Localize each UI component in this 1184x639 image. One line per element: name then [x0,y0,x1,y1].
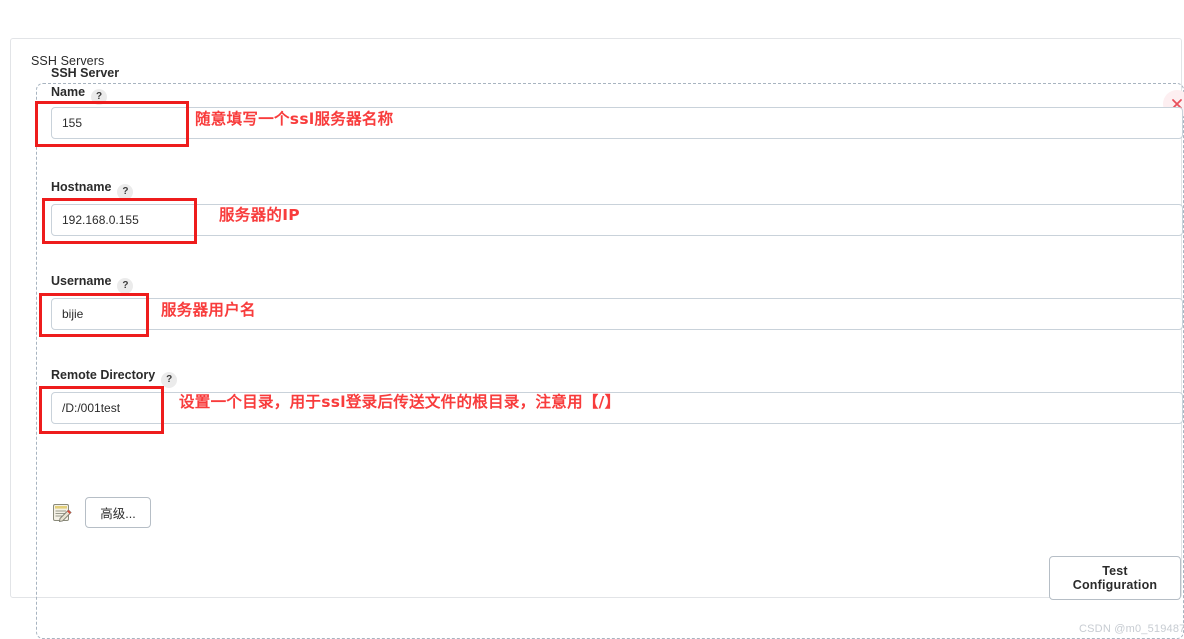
username-label: Username? [51,272,134,294]
ssh-servers-panel: SSH Servers SSH Server Name? 随意填写一个ssl服务… [10,38,1184,639]
help-icon[interactable]: ? [117,183,134,200]
remote-directory-label-text: Remote Directory [51,368,156,382]
annotation-text-hostname: 服务器的IP [219,206,300,224]
username-label-text: Username [51,274,112,288]
ssh-server-name-label-line2: Name [51,85,86,99]
help-icon[interactable]: ? [161,371,178,388]
watermark: CSDN @m0_51948766 [1079,623,1184,635]
ssh-server-card [36,83,1184,639]
help-icon[interactable]: ? [117,277,134,294]
ssh-server-name-label: SSH Server Name? [51,64,119,105]
edit-notepad-icon[interactable] [51,502,73,524]
advanced-row: 高级... [51,497,151,528]
test-configuration-button[interactable]: Test Configuration [1049,556,1181,600]
help-icon[interactable]: ? [91,88,108,105]
advanced-button[interactable]: 高级... [85,497,151,528]
ssh-server-name-label-line1: SSH Server [51,66,120,80]
annotation-text-ssh-server-name: 随意填写一个ssl服务器名称 [195,110,394,128]
remote-directory-label: Remote Directory? [51,366,178,388]
hostname-label: Hostname? [51,178,134,200]
annotation-text-remote-directory: 设置一个目录，用于ssl登录后传送文件的根目录，注意用【/】 [179,393,621,411]
annotation-text-username: 服务器用户名 [161,301,256,319]
hostname-label-text: Hostname [51,180,112,194]
